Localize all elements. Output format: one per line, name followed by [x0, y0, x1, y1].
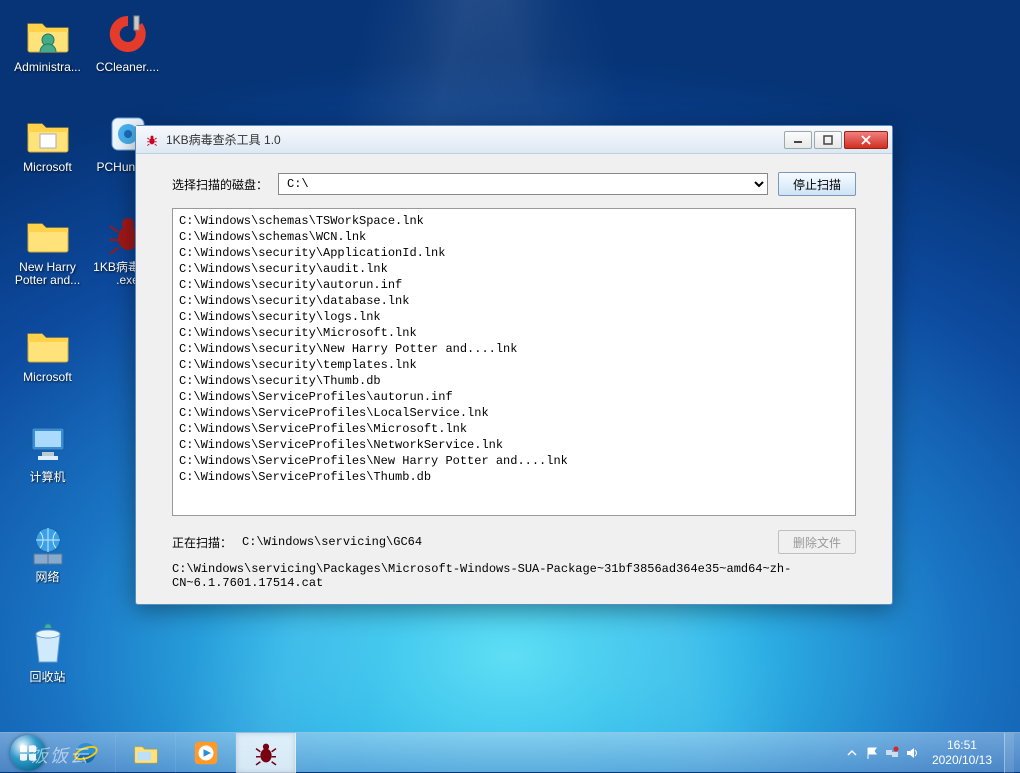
- computer-icon: [24, 420, 72, 468]
- tray-chevron-icon[interactable]: [844, 745, 860, 761]
- taskbar: 饭饭云 16:51 2020/10/13: [0, 732, 1020, 772]
- drive-select-label: 选择扫描的磁盘：: [172, 176, 268, 193]
- taskbar-item-ie[interactable]: [56, 733, 116, 773]
- taskbar-item-scanner[interactable]: [236, 733, 296, 773]
- folder-icon: [24, 320, 72, 368]
- stop-scan-button[interactable]: 停止扫描: [778, 172, 856, 196]
- desktop-icon-computer[interactable]: 计算机: [10, 420, 85, 484]
- minimize-button[interactable]: [784, 131, 812, 149]
- icon-label: Microsoft: [23, 371, 72, 384]
- desktop-icon-microsoft-2[interactable]: Microsoft: [10, 320, 85, 384]
- folder-icon: [24, 110, 72, 158]
- icon-label: 网络: [35, 571, 59, 584]
- taskbar-clock[interactable]: 16:51 2020/10/13: [926, 738, 998, 767]
- show-desktop-button[interactable]: [1004, 733, 1014, 773]
- network-icon: [24, 520, 72, 568]
- maximize-button[interactable]: [814, 131, 842, 149]
- folder-icon: [24, 210, 72, 258]
- window-title: 1KB病毒查杀工具 1.0: [166, 131, 778, 148]
- icon-label: Microsoft: [23, 161, 72, 174]
- system-tray: 16:51 2020/10/13: [844, 733, 1020, 772]
- icon-label: 计算机: [29, 471, 65, 484]
- desktop-icon-ccleaner[interactable]: CCleaner....: [90, 10, 165, 74]
- icon-label: New Harry Potter and...: [10, 261, 85, 287]
- taskbar-item-explorer[interactable]: [116, 733, 176, 773]
- tray-volume-icon[interactable]: [904, 745, 920, 761]
- clock-time: 16:51: [932, 738, 992, 752]
- media-player-icon: [191, 738, 221, 768]
- desktop-icon-microsoft-1[interactable]: Microsoft: [10, 110, 85, 174]
- status-label: 正在扫描：: [172, 534, 232, 551]
- icon-label: Administra...: [14, 61, 81, 74]
- scanner-window: 1KB病毒查杀工具 1.0 选择扫描的磁盘： C:\ 停止扫描 C:\Windo…: [135, 125, 893, 605]
- drive-select[interactable]: C:\: [278, 173, 768, 195]
- titlebar[interactable]: 1KB病毒查杀工具 1.0: [136, 126, 892, 154]
- folder-icon: [131, 738, 161, 768]
- ccleaner-icon: [104, 10, 152, 58]
- folder-user-icon: [24, 10, 72, 58]
- desktop-icon-recycle-bin[interactable]: 回收站: [10, 620, 85, 684]
- desktop-icon-administrator[interactable]: Administra...: [10, 10, 85, 74]
- tray-network-icon[interactable]: [884, 745, 900, 761]
- window-body: 选择扫描的磁盘： C:\ 停止扫描 C:\Windows\schemas\TSW…: [136, 154, 892, 604]
- close-button[interactable]: [844, 131, 888, 149]
- app-bug-icon: [144, 132, 160, 148]
- delete-files-button[interactable]: 删除文件: [778, 530, 856, 554]
- icon-label: 回收站: [29, 671, 65, 684]
- desktop-icon-network[interactable]: 网络: [10, 520, 85, 584]
- taskbar-item-media-player[interactable]: [176, 733, 236, 773]
- status-path: C:\Windows\servicing\GC64: [242, 535, 768, 549]
- bug-icon: [251, 738, 281, 768]
- tray-flag-icon[interactable]: [864, 745, 880, 761]
- windows-logo-icon: [10, 735, 46, 771]
- clock-date: 2020/10/13: [932, 753, 992, 767]
- icon-label: CCleaner....: [96, 61, 159, 74]
- detail-path: C:\Windows\servicing\Packages\Microsoft-…: [172, 562, 856, 590]
- scan-results-list[interactable]: C:\Windows\schemas\TSWorkSpace.lnk C:\Wi…: [172, 208, 856, 516]
- ie-icon: [71, 738, 101, 768]
- recycle-bin-icon: [24, 620, 72, 668]
- start-button[interactable]: [0, 733, 56, 773]
- desktop-icon-harry-potter[interactable]: New Harry Potter and...: [10, 210, 85, 287]
